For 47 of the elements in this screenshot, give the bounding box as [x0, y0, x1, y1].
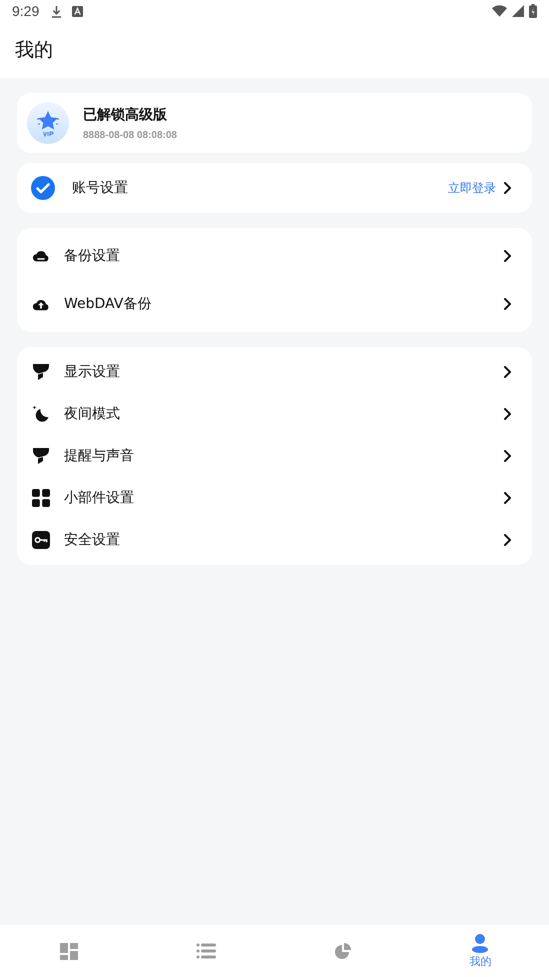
- expiry-date: 8888-08-08 08:08:08: [83, 130, 177, 140]
- pie-chart-icon: [333, 941, 354, 961]
- chevron-right-icon: [503, 366, 512, 378]
- battery-icon: [529, 4, 537, 18]
- row-label: 账号设置: [72, 179, 128, 197]
- person-icon: [470, 933, 490, 953]
- funnel-icon: [32, 363, 50, 381]
- row-label: 显示设置: [64, 363, 121, 381]
- login-link[interactable]: 立即登录: [448, 180, 496, 196]
- grid-icon: [32, 489, 50, 507]
- row-label: 备份设置: [64, 247, 121, 265]
- settings-row[interactable]: 安全设置: [17, 519, 532, 561]
- row-label: 提醒与声音: [64, 447, 135, 465]
- row-label: 安全设置: [64, 531, 121, 549]
- vip-status-title: 已解锁高级版: [83, 106, 168, 124]
- chevron-right-icon: [503, 534, 512, 546]
- app-notification-icon: [72, 6, 84, 16]
- chevron-right-icon: [503, 298, 512, 310]
- funnel-icon: [32, 447, 50, 465]
- moon-icon: [32, 405, 50, 423]
- page-title: 我的: [15, 38, 53, 63]
- account-settings-row[interactable]: 账号设置 立即登录: [17, 163, 532, 213]
- status-time: 9:29: [12, 3, 40, 19]
- settings-row[interactable]: 显示设置: [17, 351, 532, 393]
- vip-card[interactable]: 已解锁高级版 8888-08-08 08:08:08: [17, 93, 532, 153]
- row-label: 小部件设置: [64, 489, 135, 507]
- settings-row[interactable]: 小部件设置: [17, 477, 532, 519]
- download-icon: [51, 4, 62, 18]
- chevron-right-icon: [503, 492, 512, 504]
- vip-badge-icon: [27, 102, 69, 144]
- checkmark-icon: [31, 176, 55, 200]
- chevron-right-icon: [503, 182, 512, 194]
- nav-tab[interactable]: 我的: [412, 925, 549, 977]
- settings-row[interactable]: 备份设置: [17, 232, 532, 280]
- wifi-icon: [492, 5, 507, 17]
- chevron-right-icon: [503, 450, 512, 462]
- row-label: 夜间模式: [64, 405, 121, 423]
- chevron-right-icon: [503, 408, 512, 420]
- settings-row[interactable]: WebDAV备份: [17, 280, 532, 328]
- key-icon: [32, 531, 50, 549]
- settings-row[interactable]: 提醒与声音: [17, 435, 532, 477]
- list-icon: [196, 941, 216, 961]
- settings-row[interactable]: 夜间模式: [17, 393, 532, 435]
- row-label: WebDAV备份: [64, 295, 152, 313]
- signal-icon: [512, 5, 524, 17]
- dashboard-icon: [58, 941, 79, 961]
- chevron-right-icon: [503, 250, 512, 262]
